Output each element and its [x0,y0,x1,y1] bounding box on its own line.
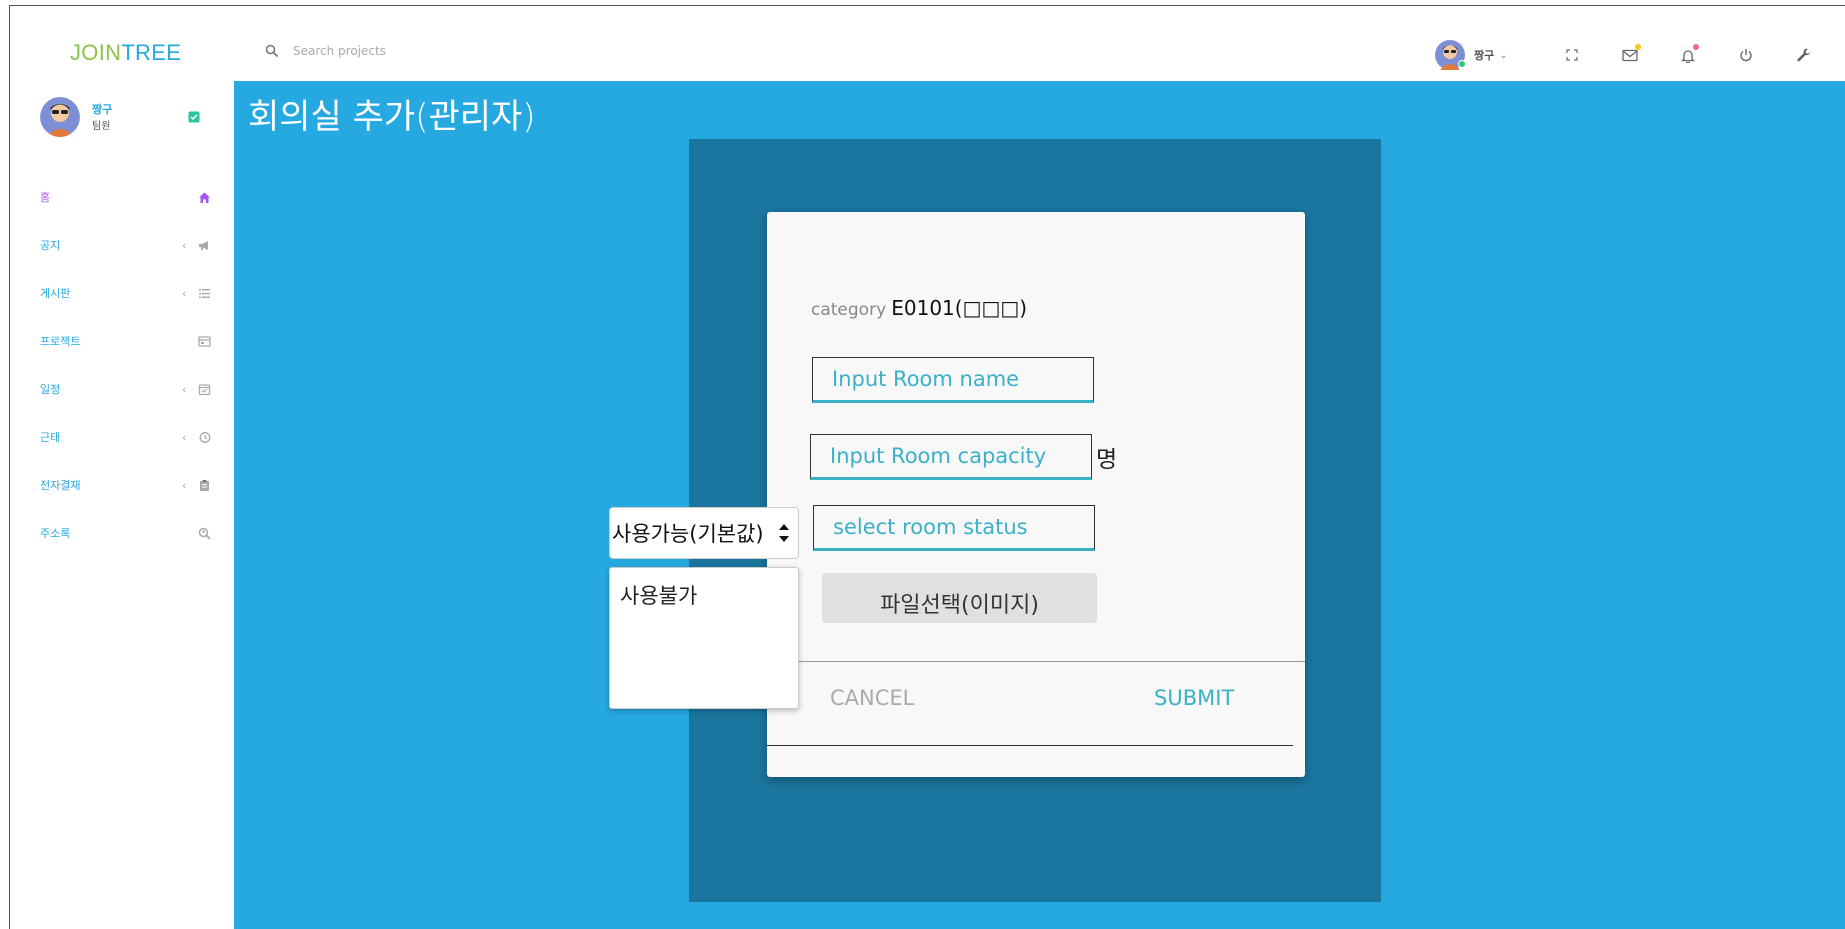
calendar-board-icon [198,335,211,347]
header-avatar [1435,40,1466,70]
sidebar-user-name: 짱구 [92,103,113,116]
sidebar-item-attendance[interactable]: 근태 ‹ [40,413,216,461]
room-form-card: category E0101(□□□) 명 파일선택(이미지) CANCEL S… [767,212,1305,777]
logo-part-join: JOIN [70,40,122,65]
main-content: 회의실 추가(관리자) category E0101(□□□) 명 파일선택(이… [234,81,1845,929]
submit-button[interactable]: SUBMIT [1154,686,1234,710]
sidebar-item-schedule[interactable]: 일정 ‹ [40,365,216,413]
sidebar-item-label: 게시판 [40,287,71,300]
sidebar-item-label: 공지 [40,239,61,252]
sidebar-user-role: 팀원 [92,121,111,132]
cancel-button[interactable]: CANCEL [830,686,914,710]
sidebar-item-address-book[interactable]: 주소록 [40,509,216,557]
checkbox-badge-icon[interactable] [188,111,200,123]
notification-button[interactable] [1659,40,1717,70]
category-label: category [811,300,887,320]
room-status-field [813,505,1095,551]
search-icon [265,44,279,58]
search-bar [265,44,513,58]
wrench-icon [1797,48,1810,62]
selected-option: 사용가능(기본값) [612,522,764,546]
sidebar-item-home[interactable]: 홈 [40,173,216,221]
mail-icon [1621,49,1638,61]
logo[interactable]: JOINTREE [70,40,181,66]
sidebar-item-label: 홈 [40,191,51,204]
chevron-left-icon: ‹ [182,238,187,252]
fullscreen-icon [1566,49,1578,61]
sidebar-item-board[interactable]: 게시판 ‹ [40,269,216,317]
select-arrows-icon [779,524,789,542]
divider [797,661,1305,662]
room-status-select[interactable]: 사용가능(기본값) [609,507,799,559]
mail-badge [1634,44,1641,50]
sidebar-item-label: 전자결재 [40,479,81,492]
search-person-icon [198,527,211,540]
online-status-dot [1458,60,1466,68]
header-user-name: 짱구 [1474,49,1495,62]
header-user-menu[interactable]: 짱구 ⌄ [1435,40,1508,70]
room-status-input[interactable] [814,506,1094,548]
file-select-button[interactable]: 파일선택(이미지) [822,573,1097,623]
category-value: E0101(□□□) [891,296,1028,320]
list-icon [199,288,210,298]
sidebar-item-notice[interactable]: 공지 ‹ [40,221,216,269]
clock-history-icon [199,431,211,443]
mail-button[interactable] [1601,40,1659,70]
room-status-options: 사용불가 [609,567,799,709]
header-actions: 짱구 ⌄ [1435,40,1833,70]
chevron-left-icon: ‹ [182,286,187,300]
search-input[interactable] [293,44,513,58]
home-icon [199,192,210,203]
sidebar-item-label: 주소록 [40,527,71,540]
clipboard-icon [200,479,209,491]
room-capacity-input[interactable] [811,435,1091,477]
logo-part-tree: TREE [121,40,182,65]
sidebar-item-label: 일정 [40,383,61,396]
chevron-down-icon: ⌄ [1499,49,1508,61]
logout-button[interactable] [1717,40,1775,70]
avatar [40,97,80,137]
chevron-left-icon: ‹ [182,382,187,396]
sidebar-menu: 홈 공지 ‹ 게시판 ‹ 프로젝트 일정 ‹ 근태 ‹ 전자결재 ‹ 주소록 [40,173,216,557]
power-icon [1739,49,1752,62]
sidebar: 짱구 팀원 홈 공지 ‹ 게시판 ‹ 프로젝트 일정 ‹ 근태 ‹ 전자결재 ‹… [10,81,234,929]
sidebar-item-label: 근태 [40,431,61,444]
room-name-input[interactable] [813,358,1093,400]
megaphone-icon [199,240,208,250]
page-title: 회의실 추가(관리자) [248,97,536,137]
sidebar-item-approval[interactable]: 전자결재 ‹ [40,461,216,509]
bell-icon [1680,49,1695,63]
chevron-left-icon: ‹ [182,430,187,444]
divider [767,745,1293,746]
category-row: category E0101(□□□) [811,296,1027,320]
top-header: JOINTREE 짱구 ⌄ [10,6,1845,81]
notification-badge [1692,44,1699,50]
calendar-check-icon [198,383,211,395]
settings-button[interactable] [1775,40,1833,70]
chevron-left-icon: ‹ [182,478,187,492]
room-capacity-field [810,434,1092,480]
sidebar-user[interactable]: 짱구 팀원 [40,97,112,137]
fullscreen-button[interactable] [1543,40,1601,70]
capacity-unit: 명 [1096,447,1118,473]
sidebar-item-label: 프로젝트 [40,335,81,348]
sidebar-item-project[interactable]: 프로젝트 [40,317,216,365]
room-name-field [812,357,1094,403]
option-unavailable[interactable]: 사용불가 [610,568,798,622]
